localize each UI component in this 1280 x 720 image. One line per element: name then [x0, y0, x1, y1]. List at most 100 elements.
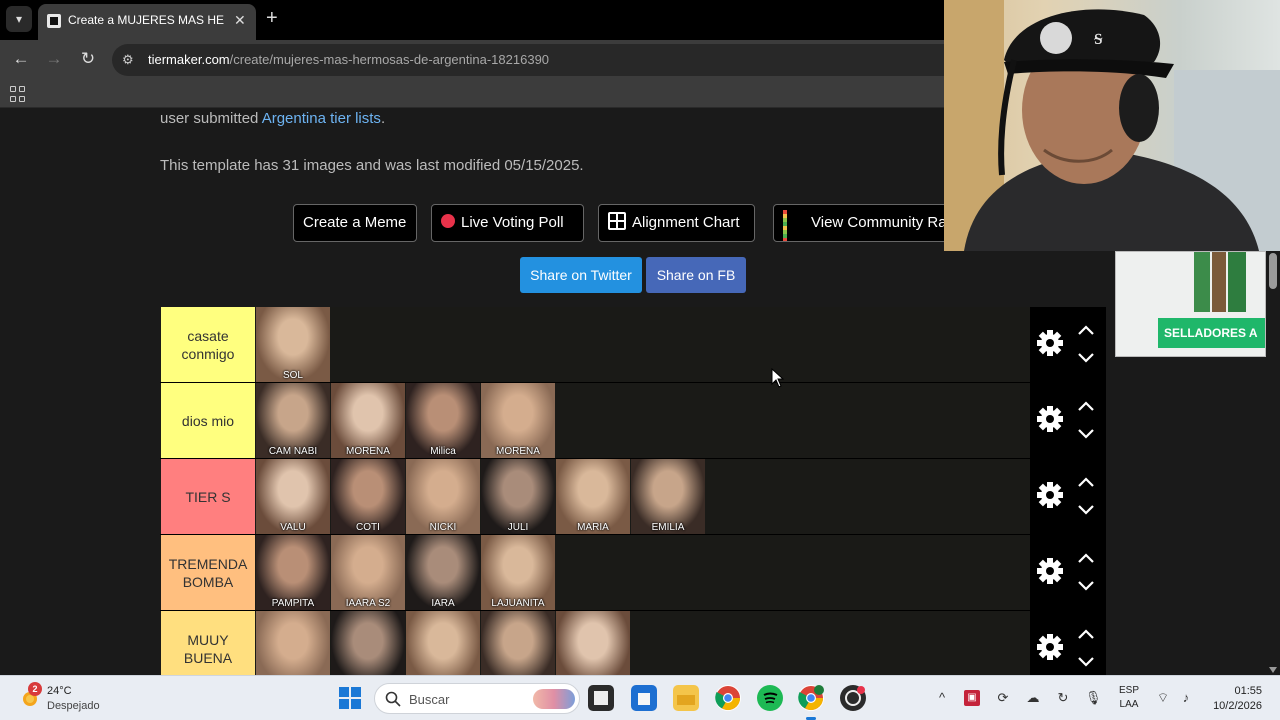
move-up-chevron-icon[interactable]	[1078, 477, 1094, 487]
share-on-fb-button[interactable]: Share on FB	[646, 257, 746, 293]
task-view-icon[interactable]	[588, 685, 614, 711]
tile-caption: NICKI	[429, 522, 457, 533]
move-down-chevron-icon[interactable]	[1078, 657, 1094, 667]
start-windows-icon[interactable]	[339, 687, 361, 709]
system-clock[interactable]: 01:55 10/2/2026	[1206, 684, 1262, 714]
tile-caption: JULI	[507, 522, 529, 533]
spotify-icon[interactable]	[757, 685, 783, 711]
apps-grid-icon[interactable]	[10, 86, 26, 102]
move-up-chevron-icon[interactable]	[1078, 629, 1094, 639]
tier-image-tile[interactable]: MORENA	[481, 383, 555, 458]
settings-gear-icon[interactable]	[1036, 405, 1064, 433]
back-arrow-icon[interactable]: ←	[10, 49, 32, 69]
page-scrollbar[interactable]	[1266, 251, 1280, 675]
wifi-icon[interactable]: ⌔	[1155, 690, 1171, 706]
scroll-down-arrow-icon[interactable]	[1269, 667, 1277, 673]
tile-caption: IAARA S2	[345, 598, 391, 609]
tier-image-tile[interactable]: IAARA S2	[331, 535, 405, 610]
tray-sync-icon[interactable]: ⟳	[995, 690, 1011, 706]
chrome-profile-icon[interactable]	[798, 685, 824, 720]
notification-badge: 2	[28, 682, 42, 696]
tier-row: TIER S VALU COTI NICKI JULI MARIA EMILIA	[160, 459, 1106, 535]
tier-image-tile[interactable]: CAM NABI	[256, 383, 330, 458]
tile-caption: MARIA	[577, 522, 609, 533]
settings-gear-icon[interactable]	[1036, 633, 1064, 661]
move-down-chevron-icon[interactable]	[1078, 429, 1094, 439]
forward-arrow-icon[interactable]: →	[43, 49, 65, 69]
chrome-icon[interactable]	[715, 685, 741, 711]
tier-label[interactable]: TREMENDA BOMBA	[161, 535, 255, 610]
windows-taskbar: 2 24°C Despejado Buscar ^ ▣ ⟳ ☁ ↻ 🎙 ESP L…	[0, 675, 1280, 720]
tier-label[interactable]: TIER S	[161, 459, 255, 534]
move-up-chevron-icon[interactable]	[1078, 553, 1094, 563]
temperature: 24°C	[47, 685, 72, 697]
view-community-rankings-button[interactable]: View Community Rankings	[773, 204, 963, 242]
live-voting-poll-button[interactable]: Live Voting Poll	[431, 204, 584, 242]
settings-gear-icon[interactable]	[1036, 481, 1064, 509]
file-explorer-icon[interactable]	[673, 685, 699, 711]
tier-image-tile[interactable]: EMILIA	[631, 459, 705, 534]
tier-image-tile[interactable]	[481, 611, 555, 675]
new-tab-plus-icon[interactable]: +	[266, 8, 278, 28]
url-text: tiermaker.com/create/mujeres-mas-hermosa…	[148, 52, 550, 67]
create-meme-button[interactable]: Create a Meme	[293, 204, 417, 242]
alignment-chart-button[interactable]: Alignment Chart	[598, 204, 755, 242]
scrollbar-thumb[interactable]	[1269, 253, 1277, 289]
active-tab[interactable]: Create a MUJERES MAS HERMOSAS DE ARGENTI…	[38, 4, 256, 40]
tier-image-tile[interactable]: Milica	[406, 383, 480, 458]
tier-controls	[1030, 535, 1106, 611]
close-tab-icon[interactable]: ✕	[234, 12, 246, 29]
tier-image-tile[interactable]: SOL	[256, 307, 330, 382]
tray-app-icon[interactable]: ▣	[964, 690, 980, 706]
share-on-twitter-button[interactable]: Share on Twitter	[520, 257, 642, 293]
tab-search-chevron-icon[interactable]: ▾	[6, 6, 32, 32]
volume-icon[interactable]: ♪	[1178, 690, 1194, 706]
tier-label[interactable]: MUUY BUENA	[161, 611, 255, 675]
reload-icon[interactable]: ↻	[77, 49, 99, 69]
microphone-icon[interactable]: 🎙	[1085, 690, 1102, 706]
move-up-chevron-icon[interactable]	[1078, 325, 1094, 335]
tile-caption: SOL	[282, 370, 303, 381]
argentina-tier-lists-link[interactable]: Argentina tier lists	[262, 110, 381, 127]
move-up-chevron-icon[interactable]	[1078, 401, 1094, 411]
move-down-chevron-icon[interactable]	[1078, 353, 1094, 363]
search-icon	[385, 691, 401, 707]
tier-controls	[1030, 459, 1106, 535]
tab-title: Create a MUJERES MAS HERMOSAS DE ARGENTI…	[68, 13, 224, 27]
obs-icon[interactable]	[840, 685, 866, 711]
tier-controls	[1030, 383, 1106, 459]
webcam-overlay: ᵴ	[944, 0, 1280, 251]
microsoft-store-icon[interactable]	[631, 685, 657, 711]
tier-image-tile[interactable]	[256, 611, 330, 675]
tray-cloud-icon[interactable]: ☁	[1025, 690, 1041, 706]
tier-label[interactable]: dios mio	[161, 383, 255, 458]
taskbar-search[interactable]: Buscar	[374, 683, 580, 714]
tier-image-tile[interactable]: JULI	[481, 459, 555, 534]
move-down-chevron-icon[interactable]	[1078, 505, 1094, 515]
tier-image-tile[interactable]	[331, 611, 405, 675]
input-language[interactable]: ESP LAA	[1118, 684, 1140, 712]
tier-controls	[1030, 307, 1106, 383]
tier-image-tile[interactable]	[406, 611, 480, 675]
tier-image-tile[interactable]: PAMPITA	[256, 535, 330, 610]
tile-caption: Milica	[430, 446, 456, 457]
tier-label[interactable]: casate conmigo	[161, 307, 255, 382]
move-down-chevron-icon[interactable]	[1078, 581, 1094, 591]
tier-image-tile[interactable]	[556, 611, 630, 675]
tier-image-tile[interactable]: LAJUANITA	[481, 535, 555, 610]
tier-image-tile[interactable]: COTI	[331, 459, 405, 534]
settings-gear-icon[interactable]	[1036, 557, 1064, 585]
site-settings-icon[interactable]: ⚙	[122, 52, 134, 68]
settings-gear-icon[interactable]	[1036, 329, 1064, 357]
streamer-webcam-image: ᵴ	[944, 0, 1280, 251]
tier-image-tile[interactable]: MARIA	[556, 459, 630, 534]
tier-image-tile[interactable]: VALU	[256, 459, 330, 534]
show-hidden-icons-chevron-icon[interactable]: ^	[934, 690, 950, 706]
tier-row: MUUY BUENA	[160, 611, 1106, 675]
advertisement[interactable]: SELLADORES A	[1115, 251, 1266, 357]
tier-image-tile[interactable]: MORENA	[331, 383, 405, 458]
tier-image-tile[interactable]: IARA	[406, 535, 480, 610]
tier-image-tile[interactable]: NICKI	[406, 459, 480, 534]
tray-refresh-icon[interactable]: ↻	[1055, 690, 1071, 706]
grid-icon	[608, 212, 626, 231]
